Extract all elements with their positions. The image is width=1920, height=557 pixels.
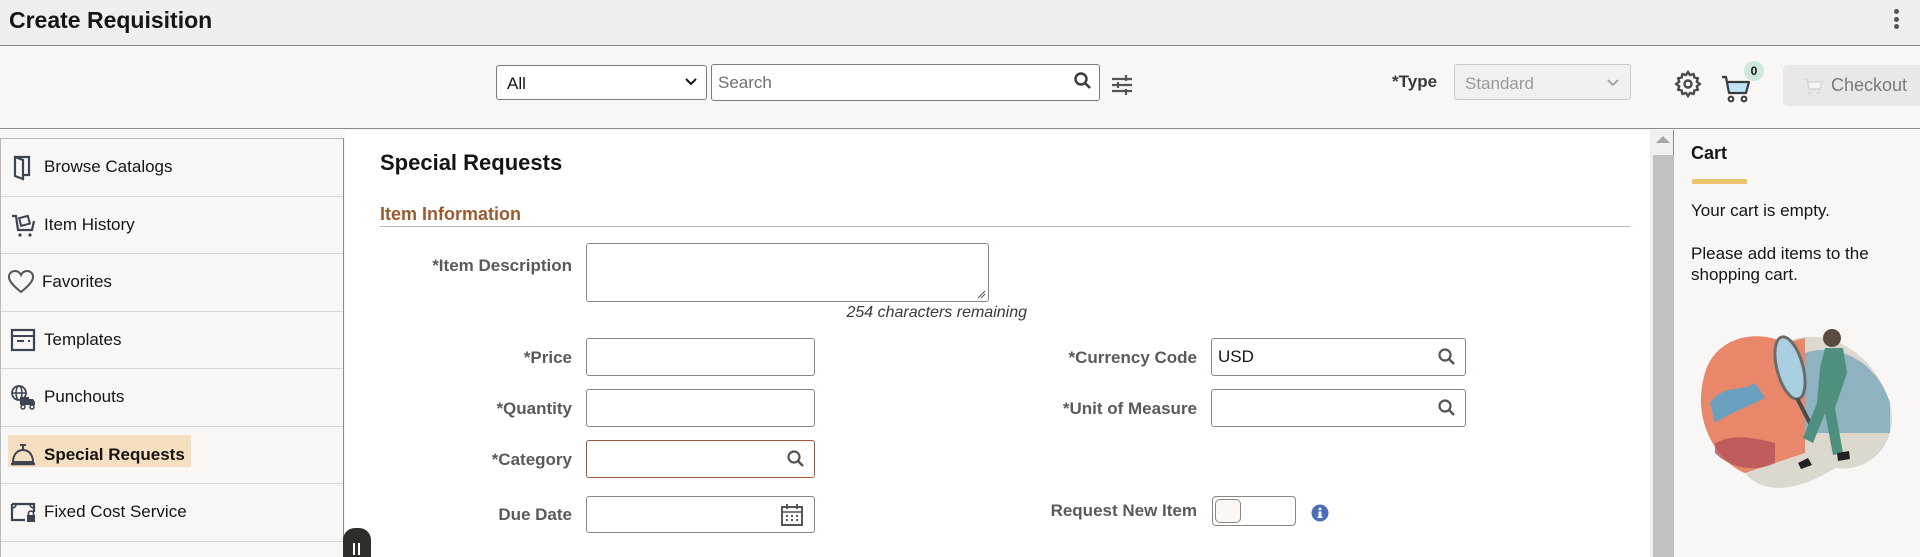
type-value: Standard xyxy=(1465,74,1534,93)
sidebar-item-item-history[interactable]: Item History xyxy=(1,197,343,254)
title-bar: Create Requisition xyxy=(0,0,1920,46)
price-field[interactable] xyxy=(586,338,815,376)
search-scope-value: All xyxy=(507,74,526,93)
item-description-label: *Item Description xyxy=(432,256,572,275)
sidebar-item-fixed-cost-service[interactable]: Fixed Cost Service xyxy=(1,484,343,542)
calendar-icon[interactable] xyxy=(780,503,804,527)
currency-code-field[interactable] xyxy=(1211,338,1466,376)
category-field[interactable] xyxy=(586,440,815,478)
sidebar-item-label: Special Requests xyxy=(44,444,185,464)
main-content: Special Requests Item Information *Item … xyxy=(345,130,1650,557)
fixed-cost-icon xyxy=(10,503,36,523)
cart-panel: Cart Your cart is empty. Please add item… xyxy=(1675,130,1920,557)
category-input[interactable] xyxy=(593,449,775,469)
unit-of-measure-field[interactable] xyxy=(1211,389,1466,427)
price-input[interactable] xyxy=(593,347,775,367)
search-scope-select[interactable]: All xyxy=(496,65,707,100)
currency-code-input[interactable] xyxy=(1218,347,1421,367)
type-label: *Type xyxy=(1392,72,1438,91)
request-new-item-label: Request New Item xyxy=(1050,501,1197,520)
scrollbar-thumb[interactable] xyxy=(1653,155,1674,557)
cart-count-badge: 0 xyxy=(1744,61,1764,81)
main-scrollbar[interactable] xyxy=(1650,130,1674,557)
item-description-field[interactable] xyxy=(586,243,989,302)
page-header-title: Create Requisition xyxy=(9,7,213,33)
gear-icon[interactable] xyxy=(1673,69,1703,99)
chevron-down-icon xyxy=(1607,79,1619,87)
kebab-menu-icon[interactable] xyxy=(1892,9,1900,31)
panel-drag-handle[interactable] xyxy=(343,528,371,557)
section-title: Item Information xyxy=(380,204,522,224)
template-icon xyxy=(10,328,36,351)
heart-icon xyxy=(7,270,35,294)
service-bell-icon xyxy=(11,443,35,465)
quantity-label: *Quantity xyxy=(496,399,572,418)
sidebar-nav: Browse Catalogs Item History Favorites T… xyxy=(0,138,344,557)
checkout-cart-icon xyxy=(1804,78,1823,95)
due-date-input[interactable] xyxy=(593,505,775,525)
sidebar-item-special-requests[interactable]: Special Requests xyxy=(1,427,343,484)
book-icon xyxy=(13,155,31,181)
sidebar-item-favorites[interactable]: Favorites xyxy=(1,254,343,312)
search-icon[interactable] xyxy=(1437,347,1457,367)
characters-remaining: 254 characters remaining xyxy=(846,304,1027,321)
cart-empty-message: Your cart is empty. xyxy=(1691,201,1830,220)
checkout-label: Checkout xyxy=(1831,75,1908,95)
search-icon[interactable] xyxy=(1073,71,1093,91)
search-input[interactable] xyxy=(718,73,1058,93)
sidebar-item-templates[interactable]: Templates xyxy=(1,312,343,369)
sidebar-item-label: Favorites xyxy=(42,272,112,292)
sidebar-item-label: Punchouts xyxy=(44,387,125,407)
cart-hint-message: Please add items to the shopping cart. xyxy=(1691,244,1869,284)
sidebar-item-browse-catalogs[interactable]: Browse Catalogs xyxy=(1,139,343,197)
cart-title: Cart xyxy=(1691,143,1728,163)
unit-of-measure-label: *Unit of Measure xyxy=(1062,399,1197,418)
toggle-knob xyxy=(1215,499,1241,523)
price-label: *Price xyxy=(523,348,572,367)
cart-history-icon xyxy=(12,214,36,237)
search-field[interactable] xyxy=(711,64,1100,101)
search-icon[interactable] xyxy=(1437,398,1457,418)
category-label: *Category xyxy=(491,450,572,469)
due-date-field[interactable] xyxy=(586,496,815,533)
request-new-item-toggle[interactable] xyxy=(1212,496,1296,526)
cart-button[interactable]: 0 xyxy=(1720,61,1770,105)
checkout-button[interactable]: Checkout xyxy=(1783,65,1920,106)
empty-cart-illustration xyxy=(1700,329,1892,488)
search-icon[interactable] xyxy=(786,449,806,469)
chevron-down-icon xyxy=(685,78,697,86)
sidebar-item-label: Fixed Cost Service xyxy=(44,502,187,522)
resize-grip-icon[interactable] xyxy=(976,289,986,299)
toolbar: All *Type Standard 0 Checkout xyxy=(0,47,1920,129)
sidebar-item-punchouts[interactable]: Punchouts xyxy=(1,369,343,427)
section-divider xyxy=(380,226,1630,227)
sidebar-item-label: Item History xyxy=(44,214,135,234)
page-title: Special Requests xyxy=(380,150,563,175)
item-description-input[interactable] xyxy=(587,244,988,301)
sidebar-item-label: Templates xyxy=(44,329,122,349)
quantity-input[interactable] xyxy=(593,398,775,418)
filter-sliders-icon[interactable] xyxy=(1109,72,1135,98)
scroll-up-arrow-icon[interactable] xyxy=(1656,136,1670,143)
quantity-field[interactable] xyxy=(586,389,815,427)
due-date-label: Due Date xyxy=(498,505,572,524)
sidebar-item-label: Browse Catalogs xyxy=(44,157,173,177)
currency-code-label: *Currency Code xyxy=(1068,348,1197,367)
unit-of-measure-input[interactable] xyxy=(1218,398,1421,418)
cart-title-underline xyxy=(1692,179,1747,184)
globe-truck-icon xyxy=(11,385,35,410)
info-icon[interactable] xyxy=(1311,504,1329,522)
type-select[interactable]: Standard xyxy=(1454,64,1631,100)
